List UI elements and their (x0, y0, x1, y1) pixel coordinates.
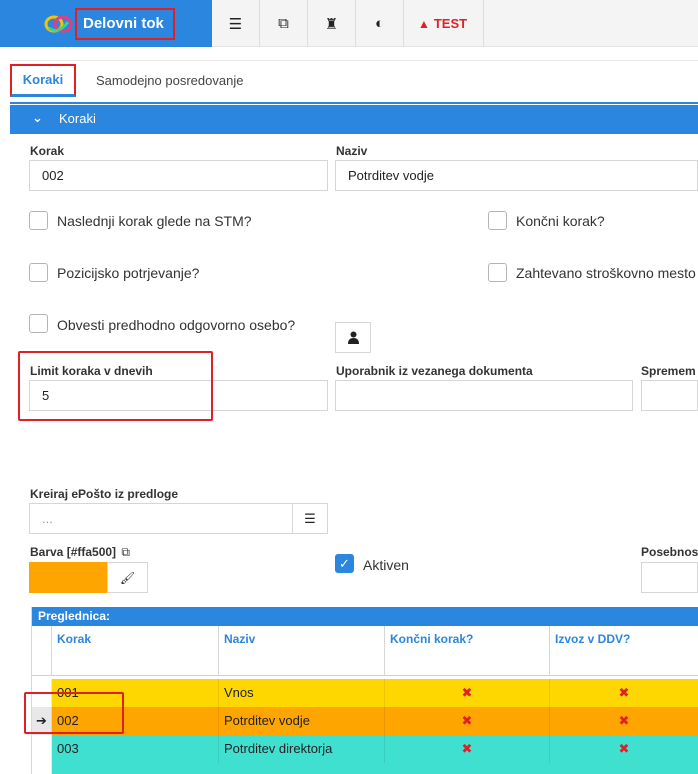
koncni-korak-label: Končni korak? (516, 213, 605, 229)
incognito-button[interactable]: ♜ (308, 0, 356, 47)
top-bar: Delovni tok ☰ ⧉ ♜ ◐ ▲ TEST (0, 0, 698, 47)
section-title: Koraki (59, 111, 96, 126)
posebnos-label: Posebnos (641, 545, 698, 559)
cell-naziv: Potrditev vodje (219, 707, 385, 735)
stm-checkbox-label: Naslednji korak glede na STM? (57, 213, 252, 229)
color-swatch[interactable] (29, 562, 107, 593)
barva-label: Barva [#ffa500] ⧉ (30, 545, 130, 560)
stm-checkbox[interactable] (29, 211, 48, 230)
color-picker-button[interactable]: 🖌 (107, 562, 148, 593)
col-header-korak[interactable]: Korak (52, 626, 219, 676)
grid-header: Korak Naziv Končni korak? Izvoz v DDV? (32, 626, 698, 676)
check-icon: ✓ (339, 556, 350, 571)
cell-korak: 003 (52, 735, 219, 763)
warning-icon: ▲ (417, 16, 430, 31)
aktiven-label: Aktiven (363, 557, 409, 573)
spremem-field[interactable] (641, 380, 698, 411)
indent-list-button[interactable]: ☰ (212, 0, 260, 47)
limit-highlight (18, 351, 213, 421)
tab-bar: Koraki Samodejno posredovanje (10, 60, 698, 104)
obvesti-checkbox[interactable] (29, 314, 48, 333)
row-indicator (32, 735, 52, 774)
obvesti-label: Obvesti predhodno odgovorno osebo? (57, 317, 296, 333)
grid-caption: Preglednica: (32, 607, 698, 626)
contrast-icon: ◐ (374, 15, 385, 32)
spremem-label: Spremem (641, 364, 696, 378)
uporabnik-field[interactable] (335, 380, 633, 411)
pozicijsko-checkbox[interactable] (29, 263, 48, 282)
naziv-field[interactable]: Potrditev vodje (335, 160, 698, 191)
app-title: Delovni tok (75, 8, 175, 40)
posebnos-field[interactable] (641, 562, 698, 593)
uporabnik-label: Uporabnik iz vezanega dokumenta (336, 364, 533, 378)
strosko-mesto-checkbox[interactable] (488, 263, 507, 282)
app-logo-icon (44, 15, 73, 33)
template-list-button[interactable]: ☰ (292, 503, 328, 534)
contrast-button[interactable]: ◐ (356, 0, 404, 47)
cross-icon: ✖ (385, 735, 550, 763)
cross-icon: ✖ (550, 679, 698, 707)
copy-icon[interactable]: ⧉ (121, 545, 130, 559)
brush-icon: 🖌 (119, 570, 136, 585)
external-link-icon: ⧉ (278, 15, 289, 32)
table-row[interactable]: 003 Potrditev direktorja ✖ ✖ (32, 735, 698, 774)
strosko-mesto-label: Zahtevano stroškovno mesto (516, 265, 696, 281)
pozicijsko-label: Pozicijsko potrjevanje? (57, 265, 200, 281)
test-label: TEST (433, 16, 468, 31)
tab-samodejno-posredovanje[interactable]: Samodejno posredovanje (96, 61, 243, 103)
col-header-izvoz-ddv[interactable]: Izvoz v DDV? (550, 626, 698, 676)
table-row[interactable]: 001 Vnos ✖ ✖ (32, 679, 698, 707)
tab-koraki[interactable]: Koraki (10, 64, 76, 97)
kreiraj-label: Kreiraj ePošto iz predloge (30, 487, 179, 501)
grid-indicator-header (32, 626, 52, 676)
aktiven-checkbox[interactable]: ✓ (335, 554, 354, 573)
select-person-button[interactable] (335, 322, 371, 353)
koncni-korak-checkbox[interactable] (488, 211, 507, 230)
section-header-koraki[interactable]: ⌄ Koraki (10, 105, 698, 134)
user-icon (347, 331, 359, 344)
chevron-down-icon: ⌄ (32, 110, 43, 125)
test-environment-button[interactable]: ▲ TEST (402, 0, 484, 47)
korak-label: Korak (30, 144, 65, 158)
cell-naziv: Potrditev direktorja (219, 735, 385, 763)
cross-icon: ✖ (550, 735, 698, 763)
cross-icon: ✖ (385, 679, 550, 707)
cross-icon: ✖ (550, 707, 698, 735)
col-header-koncni-korak[interactable]: Končni korak? (385, 626, 550, 676)
cell-naziv: Vnos (219, 679, 385, 707)
brand[interactable]: Delovni tok (0, 0, 212, 47)
barva-label-text: Barva [#ffa500] (30, 545, 117, 559)
table-row[interactable]: ➔ 002 Potrditev vodje ✖ ✖ (32, 707, 698, 735)
korak-field[interactable]: 002 (29, 160, 328, 191)
list-icon: ☰ (304, 510, 316, 526)
cross-icon: ✖ (385, 707, 550, 735)
open-external-button[interactable]: ⧉ (260, 0, 308, 47)
list-indent-icon: ☰ (228, 15, 243, 33)
steps-grid: Preglednica: Korak Naziv Končni korak? I… (31, 607, 698, 774)
current-row-highlight (24, 692, 124, 734)
kreiraj-field[interactable]: ... (29, 503, 293, 534)
naziv-label: Naziv (336, 144, 368, 158)
user-secret-icon: ♜ (324, 15, 339, 33)
col-header-naziv[interactable]: Naziv (219, 626, 385, 676)
